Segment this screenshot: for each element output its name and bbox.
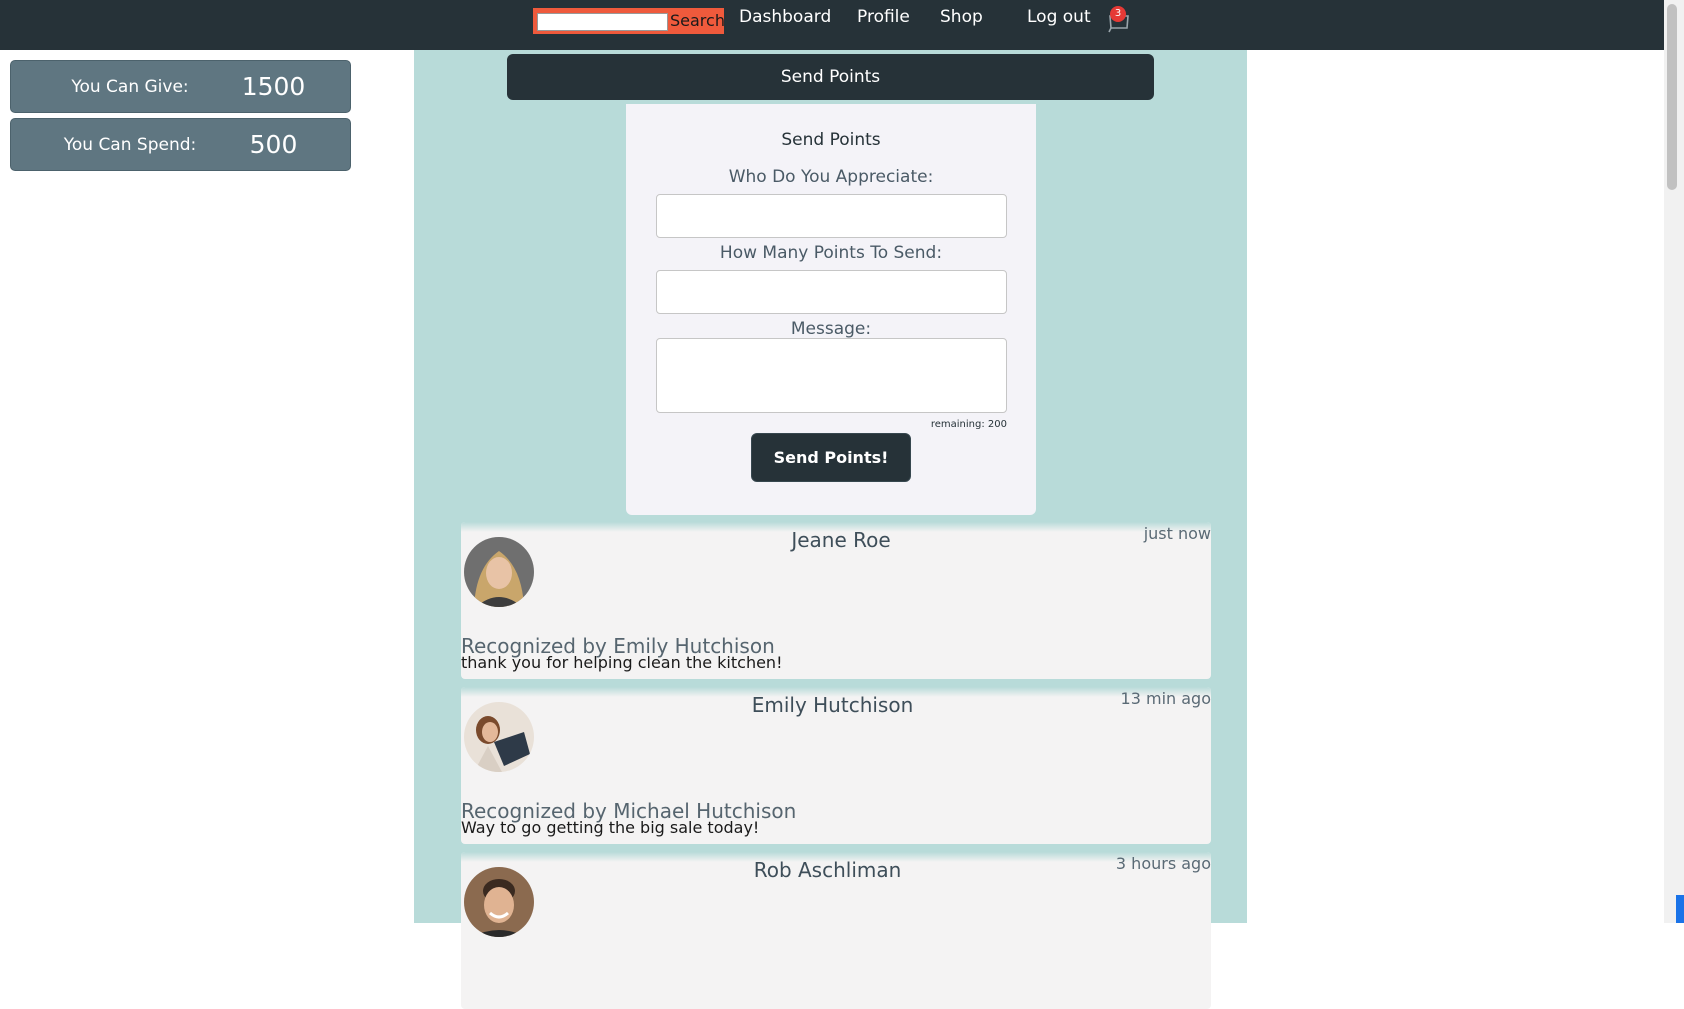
feed-recipient-name[interactable]: Jeane Roe <box>461 528 1211 552</box>
recipient-input[interactable] <box>656 194 1007 238</box>
cart-count-badge: 3 <box>1110 6 1126 22</box>
man-portrait-icon <box>464 867 534 937</box>
spend-balance-box: You Can Spend: 500 <box>10 118 351 171</box>
feed-message: Way to go getting the big sale today! <box>461 818 760 837</box>
give-balance-value: 1500 <box>241 72 306 101</box>
feed-recipient-name[interactable]: Rob Aschliman <box>461 858 1194 882</box>
nav-link-shop[interactable]: Shop <box>940 6 983 28</box>
points-input[interactable] <box>656 270 1007 314</box>
woman-portrait-icon <box>464 537 534 607</box>
send-points-form: Send Points Who Do You Appreciate: How M… <box>626 104 1036 515</box>
feed-item: Emily Hutchison 13 min ago Recognized by… <box>461 687 1211 844</box>
search-input[interactable] <box>537 13 668 31</box>
feed-timestamp: 13 min ago <box>1120 689 1211 708</box>
feed-timestamp: 3 hours ago <box>1115 854 1211 873</box>
feed-recipient-name[interactable]: Emily Hutchison <box>461 693 1204 717</box>
message-textarea[interactable] <box>656 338 1007 413</box>
form-title: Send Points <box>781 130 881 150</box>
remaining-characters: remaining: 200 <box>930 419 1007 430</box>
feed-timestamp: just now <box>1143 524 1211 543</box>
send-points-header[interactable]: Send Points <box>507 54 1154 100</box>
avatar[interactable] <box>464 537 534 607</box>
spend-balance-value: 500 <box>249 130 298 159</box>
search-button[interactable]: Search <box>670 10 725 32</box>
recipient-label: Who Do You Appreciate: <box>728 167 934 187</box>
search-form: Search <box>533 8 725 34</box>
main-column: Send Points Send Points Who Do You Appre… <box>414 50 1247 1009</box>
nav-link-dashboard[interactable]: Dashboard <box>739 6 831 28</box>
nav-link-profile[interactable]: Profile <box>857 6 910 28</box>
top-navbar: Search Dashboard Profile Shop Log out 3 <box>0 0 1664 50</box>
nav-link-logout[interactable]: Log out <box>1027 6 1091 28</box>
scrollbar-thumb[interactable] <box>1667 4 1677 190</box>
send-points-submit-button[interactable]: Send Points! <box>751 433 911 482</box>
avatar[interactable] <box>464 867 534 937</box>
give-balance-box: You Can Give: 1500 <box>10 60 351 113</box>
feed-item: Rob Aschliman 3 hours ago <box>461 852 1211 1009</box>
feed-message: thank you for helping clean the kitchen! <box>461 653 783 672</box>
points-label: How Many Points To Send: <box>719 243 943 263</box>
message-label: Message: <box>790 319 872 339</box>
scrollbar-corner <box>1676 895 1684 923</box>
avatar[interactable] <box>464 702 534 772</box>
woman-portrait-icon <box>464 702 534 772</box>
feed-item: Jeane Roe just now Recognized by Emily H… <box>461 522 1211 679</box>
